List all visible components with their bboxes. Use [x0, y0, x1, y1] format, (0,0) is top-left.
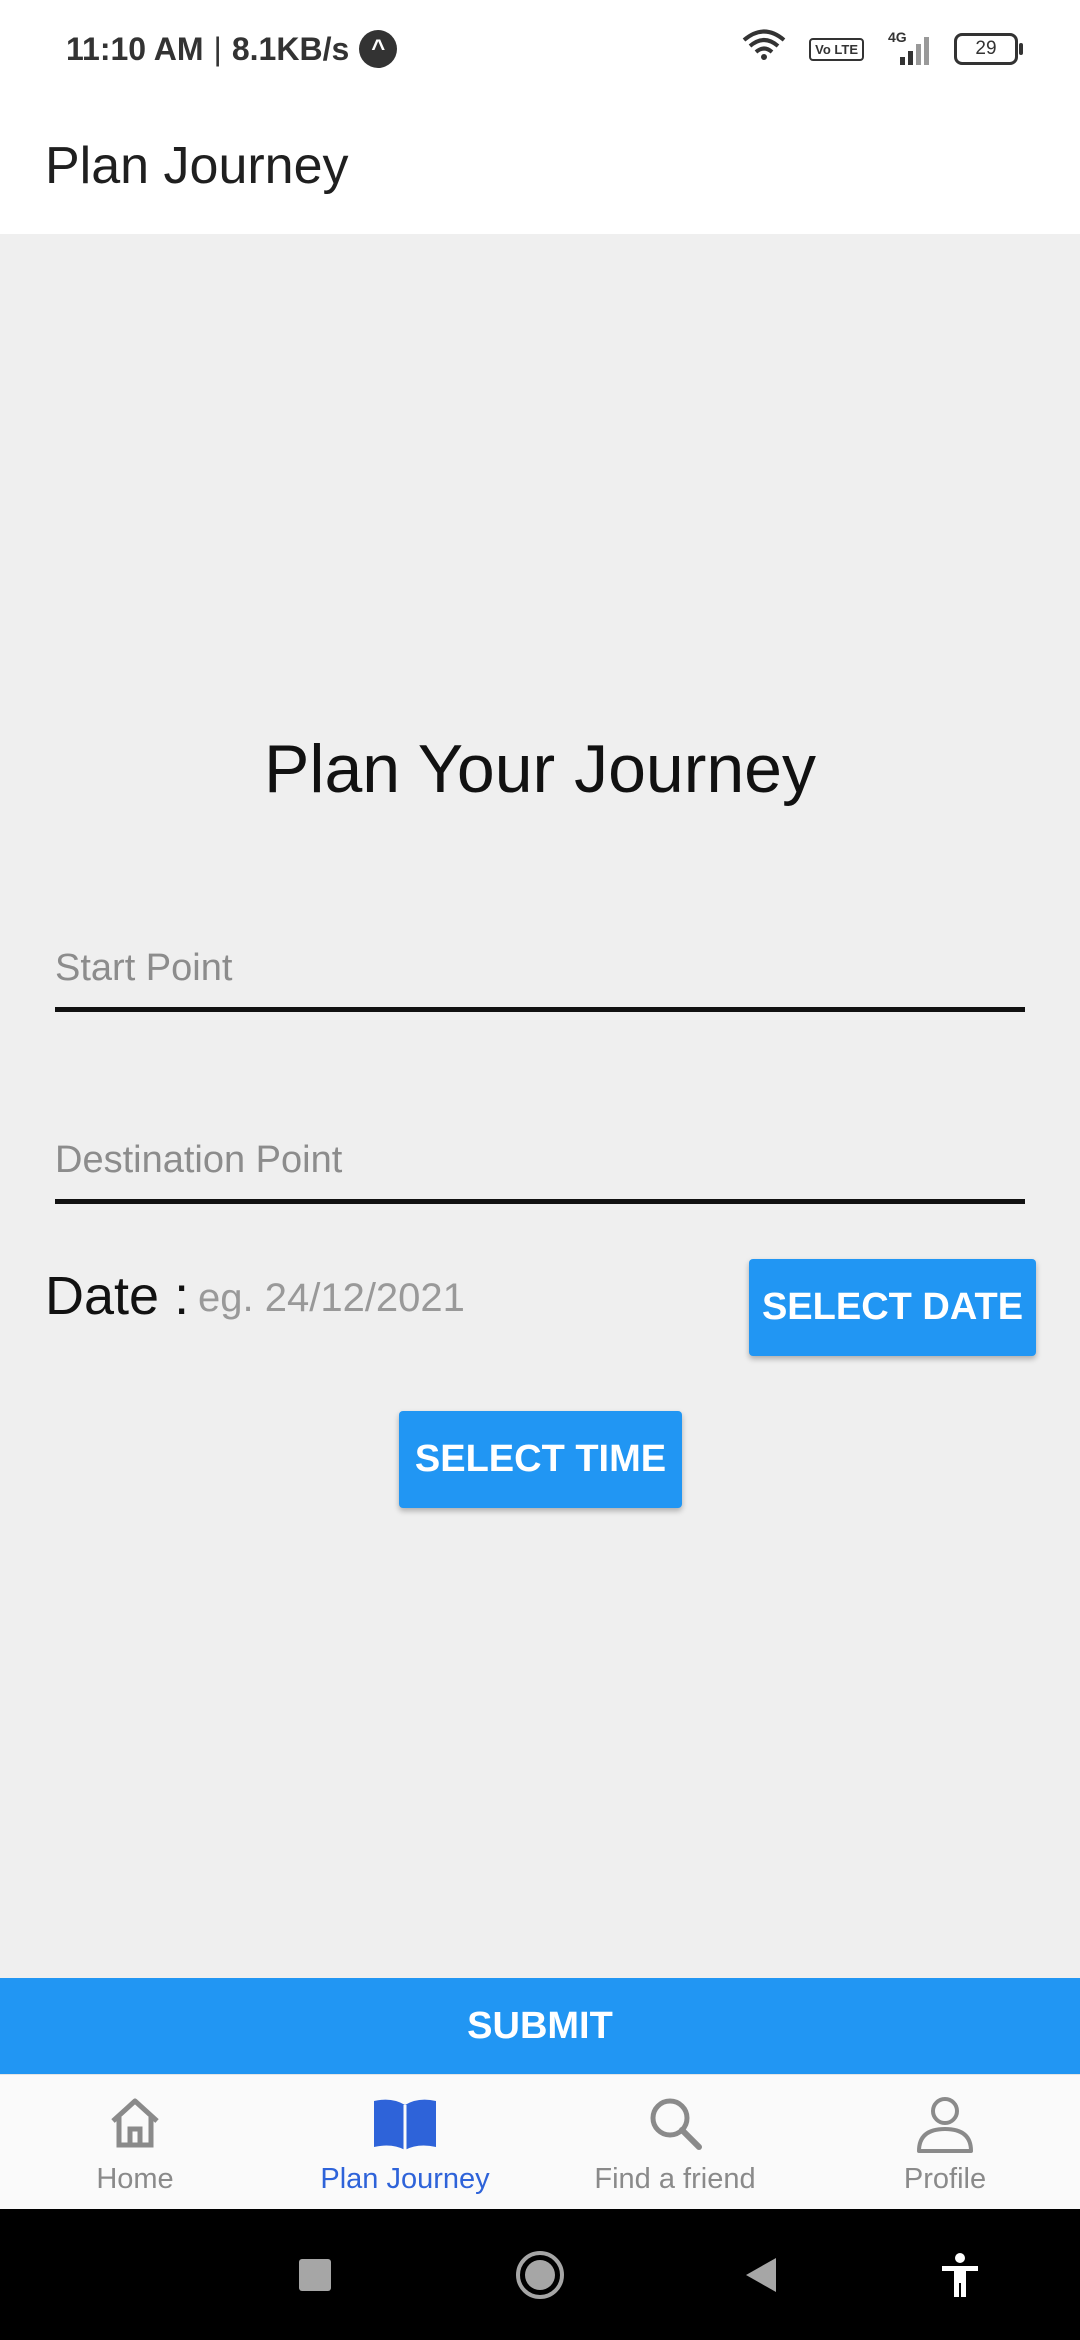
system-nav-bar [0, 2209, 1080, 2340]
nav-item-find-friend[interactable]: Find a friend [540, 2075, 810, 2210]
battery-level: 29 [975, 38, 997, 59]
submit-button[interactable]: SUBMIT [0, 1978, 1080, 2074]
status-separator: | [213, 30, 222, 67]
form-title: Plan Your Journey [264, 731, 816, 807]
nav-item-home[interactable]: Home [0, 2075, 270, 2210]
status-right: Vo LTE 4G 29 [741, 29, 1023, 69]
nav-label-plan-journey: Plan Journey [320, 2163, 490, 2195]
date-label: Date : [45, 1266, 190, 1326]
nav-item-profile[interactable]: Profile [810, 2075, 1080, 2210]
signal-icon: 4G [886, 29, 932, 65]
accessibility-icon[interactable] [930, 2209, 990, 2340]
select-time-button[interactable]: SELECT TIME [399, 1411, 682, 1508]
network-type: 4G [888, 29, 907, 45]
select-date-button[interactable]: SELECT DATE [749, 1259, 1036, 1356]
home-icon [105, 2093, 165, 2153]
nav-label-home: Home [96, 2163, 174, 2195]
wifi-icon [741, 29, 787, 69]
book-icon [370, 2093, 440, 2153]
status-time: 11:10 AM [66, 30, 204, 67]
date-value: eg. 24/12/2021 [198, 1276, 465, 1320]
home-button-icon[interactable] [510, 2209, 570, 2340]
nav-label-find-friend: Find a friend [594, 2163, 756, 2195]
recents-icon[interactable] [285, 2209, 345, 2340]
bottom-nav: Home Plan Journey Find a friend Profile [0, 2074, 1080, 2210]
nav-item-plan-journey[interactable]: Plan Journey [270, 2075, 540, 2210]
back-icon[interactable] [730, 2209, 790, 2340]
notification-icon: ^ [359, 30, 398, 68]
destination-point-input[interactable] [55, 1122, 1025, 1204]
volte-icon: Vo LTE [809, 37, 864, 61]
search-icon [645, 2093, 705, 2153]
status-left: 11:10 AM | 8.1KB/s ^ [66, 30, 398, 68]
status-bar: 11:10 AM | 8.1KB/s ^ Vo LTE 4G 29 [0, 0, 1080, 98]
battery-icon: 29 [954, 33, 1023, 65]
status-net-speed: 8.1KB/s [231, 30, 350, 67]
person-icon [915, 2093, 975, 2153]
start-point-input[interactable] [55, 930, 1025, 1012]
nav-label-profile: Profile [903, 2163, 987, 2195]
page-title: Plan Journey [45, 137, 349, 195]
app-header: Plan Journey [0, 98, 1080, 234]
